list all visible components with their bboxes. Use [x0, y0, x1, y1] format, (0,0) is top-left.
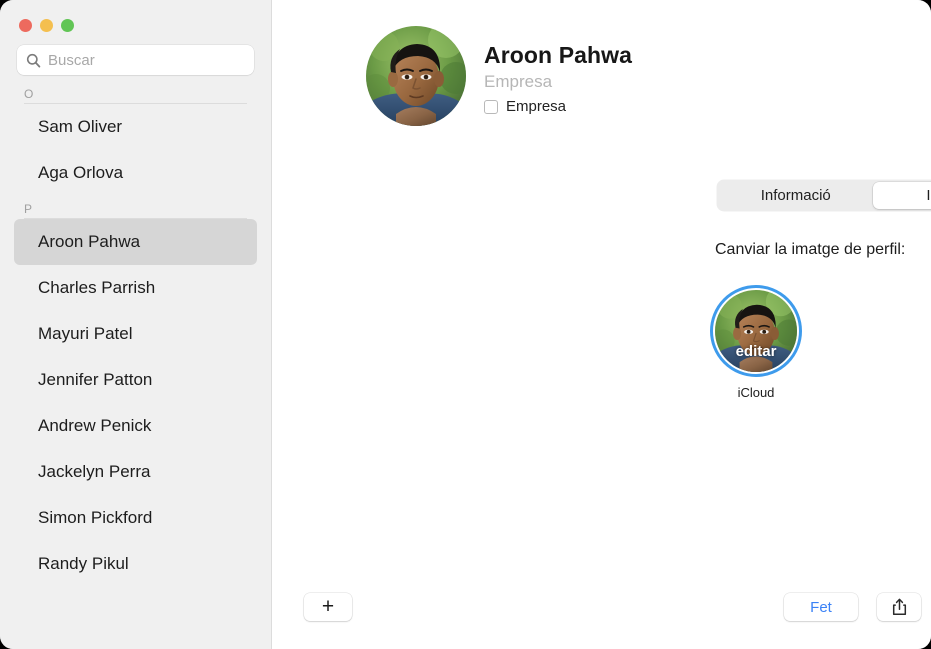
contact-list-item[interactable]: Aga Orlova	[14, 150, 257, 196]
contact-list-item[interactable]: Charles Parrish	[14, 265, 257, 311]
zoom-button[interactable]	[61, 19, 74, 32]
add-contact-button[interactable]: +	[304, 593, 352, 621]
search-icon	[26, 53, 41, 68]
company-checkbox[interactable]	[484, 100, 498, 114]
contacts-window: OSam OliverAga OrlovaPAroon PahwaCharles…	[0, 0, 931, 649]
window-controls	[0, 0, 271, 32]
company-checkbox-row[interactable]: Empresa	[484, 98, 632, 115]
tab-segmented-control[interactable]: InformacióImatge	[717, 180, 931, 211]
contact-header-text: Aroon Pahwa Empresa Empresa	[466, 26, 632, 115]
image-source-option-icloud[interactable]: editar iCloud	[708, 285, 804, 400]
contact-list-item[interactable]: Jennifer Patton	[14, 357, 257, 403]
share-icon	[892, 598, 907, 616]
tab-informacio[interactable]: Informació	[719, 182, 873, 209]
change-image-label: Canviar la imatge de perfil:	[715, 241, 905, 259]
contact-list-item[interactable]: Jackelyn Perra	[14, 449, 257, 495]
plus-icon: +	[322, 596, 334, 617]
image-source-caption: iCloud	[708, 385, 804, 400]
contact-list-item[interactable]: Sam Oliver	[14, 104, 257, 150]
contact-header: Aroon Pahwa Empresa Empresa	[272, 0, 931, 126]
contact-list-item[interactable]: Simon Pickford	[14, 495, 257, 541]
contact-list-item[interactable]: Andrew Penick	[14, 403, 257, 449]
search-container	[0, 32, 271, 75]
company-placeholder-text[interactable]: Empresa	[484, 72, 632, 92]
detail-pane: Aroon Pahwa Empresa Empresa InformacióIm…	[272, 0, 931, 649]
done-button-label: Fet	[810, 599, 832, 616]
contact-list[interactable]: OSam OliverAga Orlova PAroon PahwaCharles…	[0, 75, 271, 587]
image-thumbnail[interactable]: editar	[710, 285, 802, 377]
search-input[interactable]	[48, 52, 245, 69]
contact-name: Aroon Pahwa	[484, 42, 632, 69]
company-checkbox-label: Empresa	[506, 98, 566, 115]
done-button[interactable]: Fet	[784, 593, 858, 621]
sidebar: OSam OliverAga Orlova PAroon PahwaCharles…	[0, 0, 272, 649]
section-header: P	[0, 199, 271, 218]
section-header: O	[0, 84, 271, 103]
edit-overlay-label[interactable]: editar	[713, 343, 799, 360]
tab-imatge[interactable]: Imatge	[873, 182, 931, 209]
share-button[interactable]	[877, 593, 921, 621]
contact-list-item[interactable]: Aroon Pahwa	[14, 219, 257, 265]
contact-list-item[interactable]: Mayuri Patel	[14, 311, 257, 357]
bottom-toolbar: + Fet	[272, 579, 931, 649]
search-field[interactable]	[17, 45, 254, 75]
close-button[interactable]	[19, 19, 32, 32]
minimize-button[interactable]	[40, 19, 53, 32]
contact-list-item[interactable]: Randy Pikul	[14, 541, 257, 587]
avatar	[366, 26, 466, 126]
